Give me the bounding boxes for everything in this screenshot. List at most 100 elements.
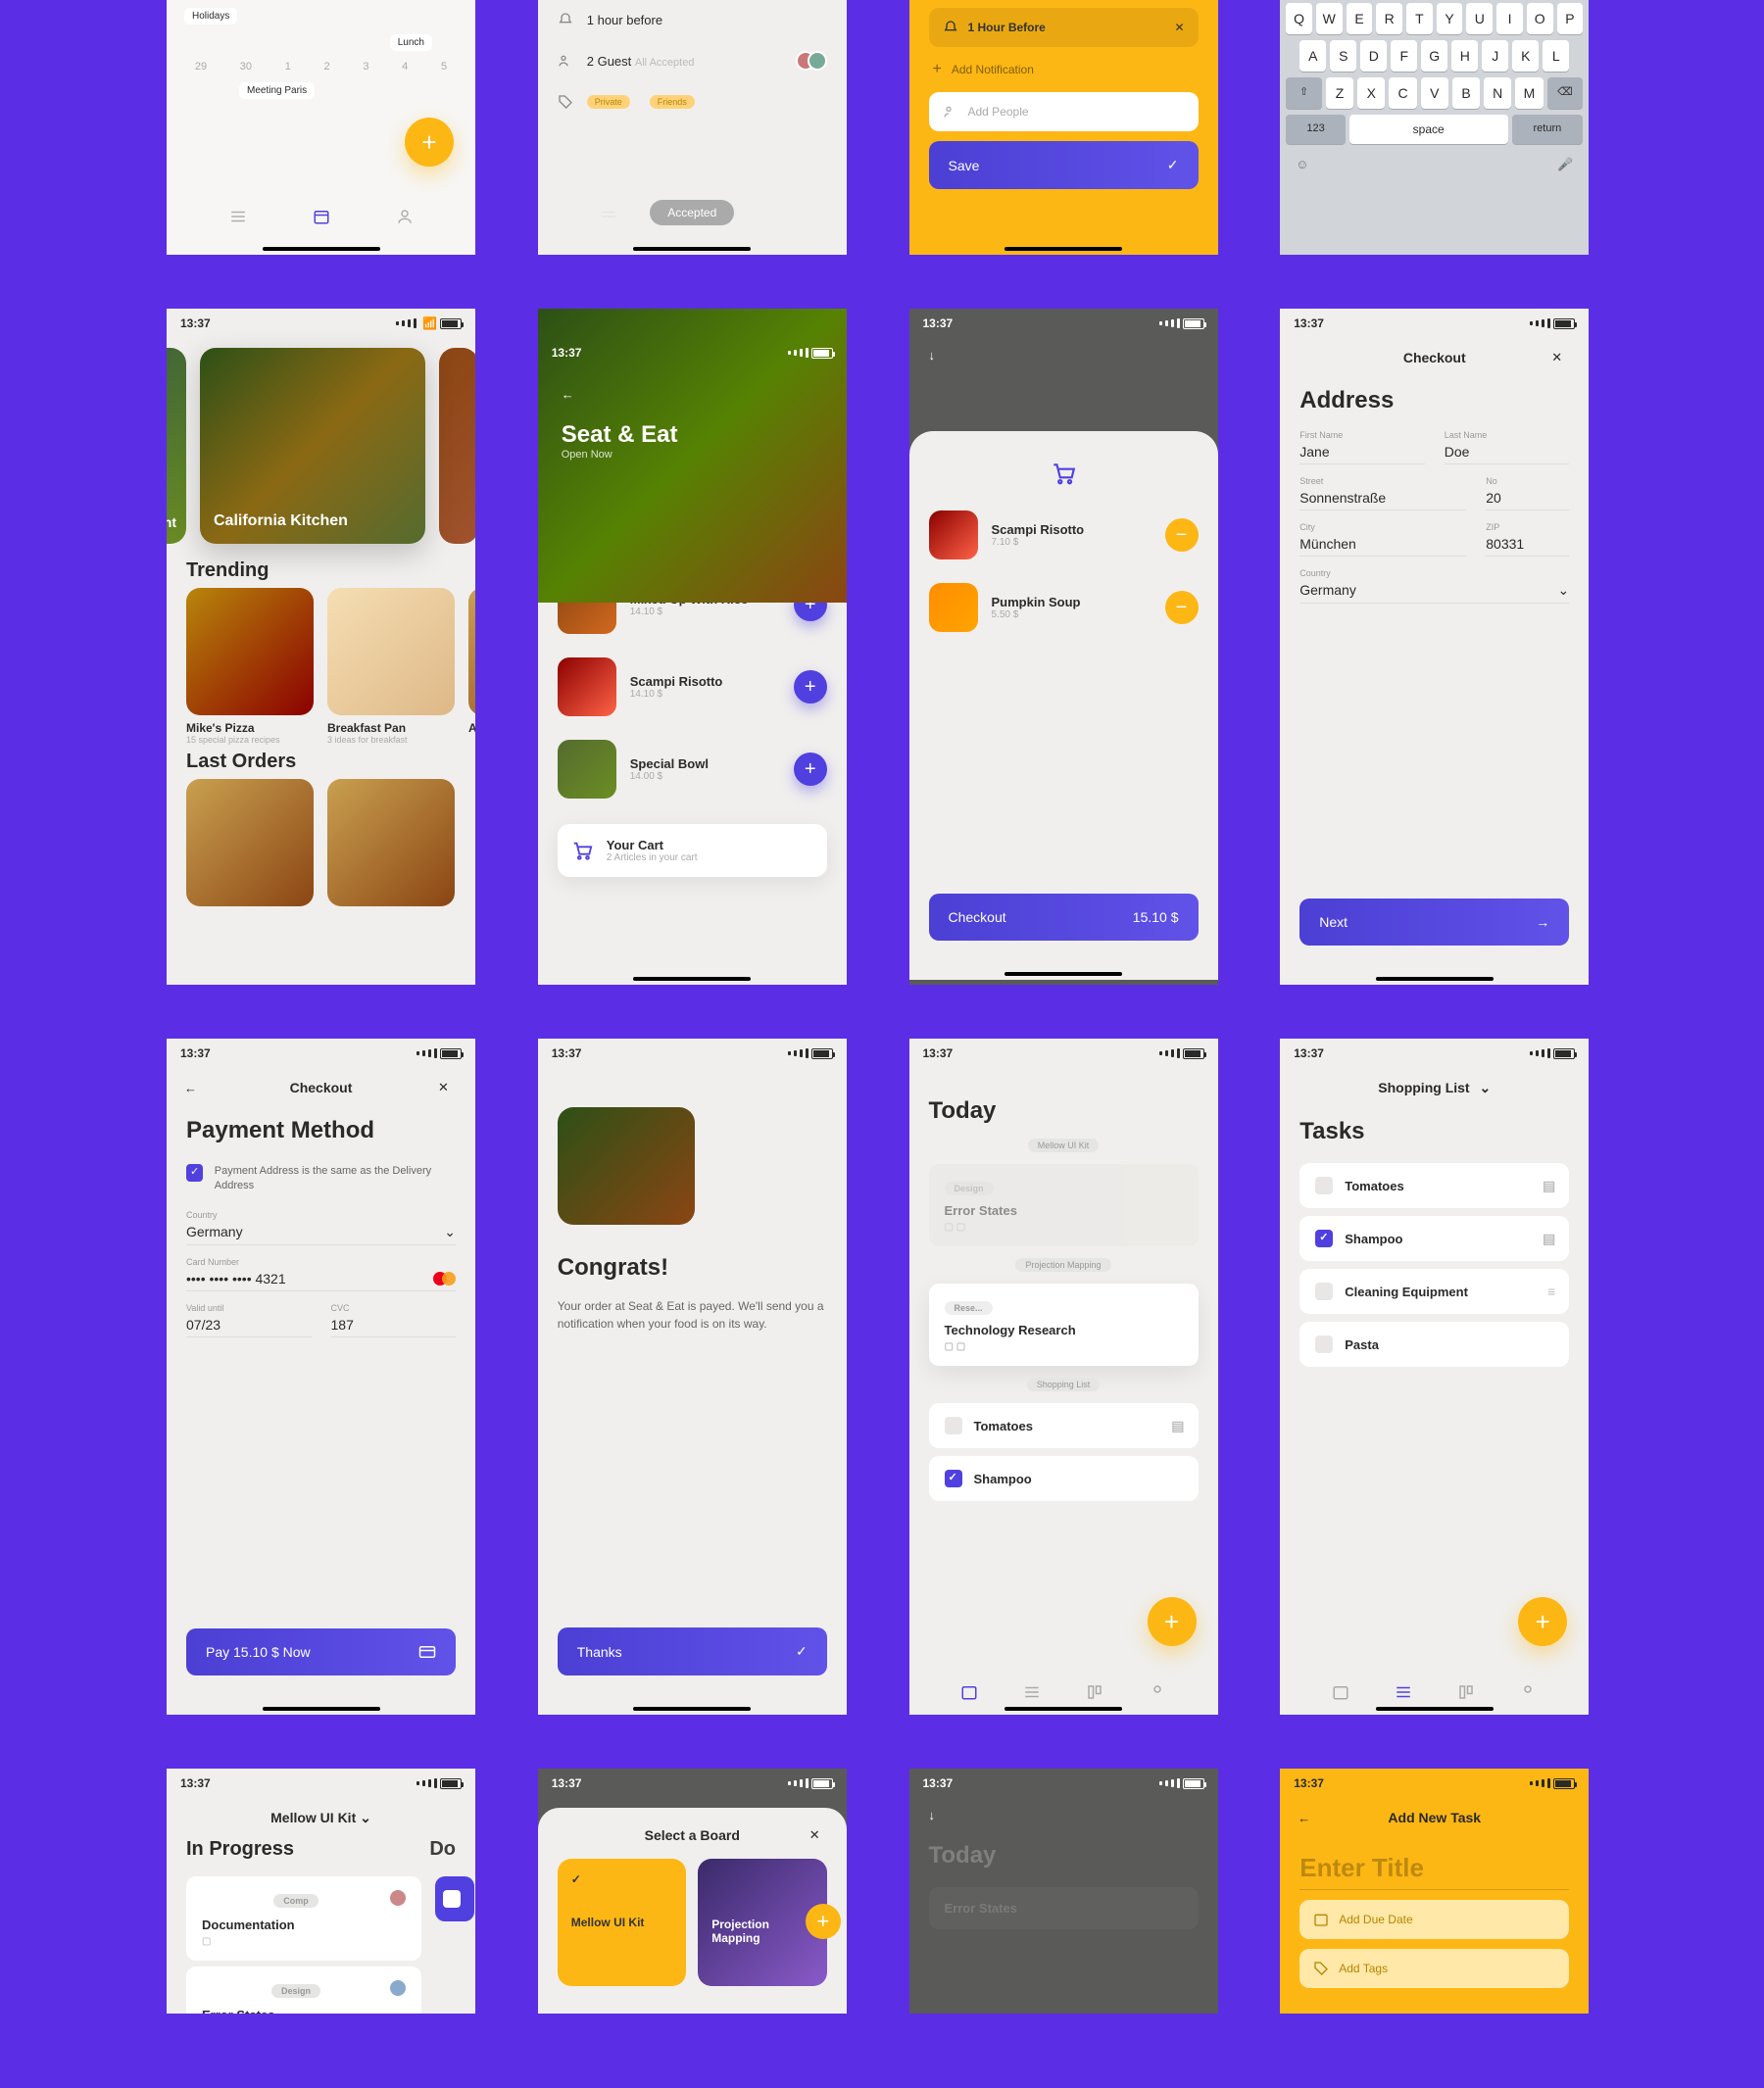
add-button[interactable]: + xyxy=(405,118,454,167)
trending-item[interactable]: Breakfast Pan3 ideas for breakfast xyxy=(327,588,455,745)
drag-icon[interactable]: ▤ xyxy=(1171,1418,1182,1434)
mic-icon[interactable]: 🎤 xyxy=(1557,157,1573,172)
reminder-chip[interactable]: 1 Hour Before✕ xyxy=(929,8,1199,47)
drag-icon[interactable]: ▤ xyxy=(1543,1231,1553,1247)
title-input[interactable]: Enter Title xyxy=(1299,1847,1569,1890)
user-icon[interactable] xyxy=(1519,1683,1537,1701)
add-notification[interactable]: +Add Notification xyxy=(909,55,1218,84)
country-select[interactable]: Germany⌄ xyxy=(186,1224,456,1245)
due-date-input[interactable]: Add Due Date xyxy=(1299,1900,1569,1939)
event-meeting[interactable]: Meeting Paris xyxy=(239,82,315,99)
restaurant-title: Seat & Eat xyxy=(562,402,823,449)
calendar-icon[interactable] xyxy=(313,208,330,225)
task-card[interactable]: Rese...Technology Research▢ ▢ xyxy=(929,1284,1199,1366)
shift-key[interactable]: ⇧ xyxy=(1286,77,1322,109)
task-item[interactable]: Shampoo xyxy=(929,1456,1199,1501)
checkout-button[interactable]: Checkout15.10 $ xyxy=(929,894,1199,941)
collapse-icon[interactable]: ↓ xyxy=(909,338,1218,372)
number-field[interactable]: 20 xyxy=(1486,490,1569,510)
add-people-input[interactable]: Add People xyxy=(929,92,1199,131)
task-item[interactable]: Tomatoes▤ xyxy=(1299,1163,1569,1208)
task-item[interactable]: Tomatoes▤ xyxy=(929,1403,1199,1448)
remove-icon[interactable]: − xyxy=(1165,591,1199,624)
key[interactable]: Q xyxy=(1286,3,1312,34)
board-icon[interactable] xyxy=(1086,1683,1103,1701)
drag-icon[interactable]: ≡ xyxy=(1547,1284,1553,1299)
task-item[interactable]: Shampoo▤ xyxy=(1299,1216,1569,1261)
reminder-row[interactable]: 1 hour before xyxy=(538,0,847,39)
board-icon[interactable] xyxy=(1457,1683,1475,1701)
menu-item[interactable]: Special Bowl14.00 $+ xyxy=(538,728,847,810)
home-indicator[interactable] xyxy=(263,247,380,251)
close-icon[interactable]: ✕ xyxy=(809,1827,829,1843)
hero-title: California Kitchen xyxy=(214,511,348,530)
emoji-icon[interactable]: ☺ xyxy=(1296,157,1308,172)
collapse-icon[interactable]: ↓ xyxy=(909,1798,1218,1832)
tags-input[interactable]: Add Tags xyxy=(1299,1949,1569,1988)
same-address-checkbox[interactable] xyxy=(186,1164,203,1182)
trending-item[interactable]: Mike's Pizza15 special pizza recipes xyxy=(186,588,314,745)
return-key[interactable]: return xyxy=(1512,115,1584,144)
user-icon[interactable] xyxy=(396,208,414,225)
list-icon[interactable] xyxy=(229,208,247,225)
back-icon[interactable]: ← xyxy=(184,1081,204,1095)
expiry-field[interactable]: 07/23 xyxy=(186,1317,312,1337)
zip-field[interactable]: 80331 xyxy=(1486,536,1569,557)
home-indicator[interactable] xyxy=(633,247,751,251)
cart-summary[interactable]: Your Cart2 Articles in your cart xyxy=(558,824,827,877)
task-item[interactable]: Pasta xyxy=(1299,1322,1569,1367)
drag-icon[interactable]: ▤ xyxy=(1543,1178,1553,1194)
firstname-field[interactable]: Jane xyxy=(1299,444,1425,464)
next-button[interactable]: Next→ xyxy=(1299,898,1569,946)
space-key[interactable]: space xyxy=(1349,115,1508,144)
board-card[interactable]: ✓Mellow UI Kit xyxy=(558,1859,687,1986)
home-indicator[interactable] xyxy=(263,1707,380,1711)
event-holidays[interactable]: Holidays xyxy=(184,8,237,24)
add-icon[interactable]: + xyxy=(794,753,827,786)
user-icon[interactable] xyxy=(1149,1683,1166,1701)
guests-row[interactable]: 2 Guest All Accepted xyxy=(538,39,847,82)
close-icon[interactable]: ✕ xyxy=(1174,21,1184,34)
add-board-button[interactable]: + xyxy=(806,1904,841,1939)
thanks-button[interactable]: Thanks✓ xyxy=(558,1627,827,1675)
pay-button[interactable]: Pay 15.10 $ Now xyxy=(186,1628,456,1675)
home-indicator[interactable] xyxy=(1004,972,1122,976)
trending-item[interactable]: As xyxy=(468,588,475,745)
task-item[interactable]: Cleaning Equipment≡ xyxy=(1299,1269,1569,1314)
home-indicator[interactable] xyxy=(633,977,751,981)
board-selector[interactable]: Mellow UI Kit ⌄ xyxy=(270,1810,371,1826)
list-icon[interactable] xyxy=(1395,1683,1412,1701)
tags-row[interactable]: PrivateFriends xyxy=(538,82,847,121)
kanban-card[interactable]: DesignError States xyxy=(186,1967,421,2014)
num-key[interactable]: 123 xyxy=(1286,115,1346,144)
list-icon[interactable] xyxy=(1023,1683,1041,1701)
add-button[interactable]: + xyxy=(1148,1597,1197,1646)
close-icon[interactable]: ✕ xyxy=(438,1080,458,1095)
menu-item[interactable]: Scampi Risotto14.10 $+ xyxy=(538,646,847,728)
save-button[interactable]: Save✓ xyxy=(929,141,1199,189)
close-icon[interactable]: ✕ xyxy=(1551,350,1571,365)
home-indicator[interactable] xyxy=(633,1707,751,1711)
back-icon[interactable]: ← xyxy=(562,387,823,402)
back-icon[interactable]: ← xyxy=(1298,1811,1317,1825)
cvc-field[interactable]: 187 xyxy=(331,1317,457,1337)
street-field[interactable]: Sonnenstraße xyxy=(1299,490,1466,510)
event-lunch[interactable]: Lunch xyxy=(390,34,432,51)
list-selector[interactable]: Shopping List ⌄ xyxy=(1378,1080,1491,1096)
task-card[interactable]: DesignError States▢ ▢ xyxy=(929,1164,1199,1246)
calendar-icon[interactable] xyxy=(1332,1683,1349,1701)
home-indicator[interactable] xyxy=(1376,1707,1494,1711)
home-indicator[interactable] xyxy=(1376,977,1494,981)
lastname-field[interactable]: Doe xyxy=(1445,444,1570,464)
add-button[interactable]: + xyxy=(1518,1597,1567,1646)
backspace-key[interactable]: ⌫ xyxy=(1547,77,1584,109)
home-indicator[interactable] xyxy=(1004,247,1122,251)
home-indicator[interactable] xyxy=(1004,1707,1122,1711)
calendar-icon[interactable] xyxy=(960,1683,978,1701)
card-field[interactable]: •••• •••• •••• 4321 xyxy=(186,1271,456,1291)
add-icon[interactable]: + xyxy=(794,670,827,704)
city-field[interactable]: München xyxy=(1299,536,1466,557)
kanban-card[interactable]: CompDocumentation▢ xyxy=(186,1876,421,1961)
remove-icon[interactable]: − xyxy=(1165,518,1199,552)
country-select[interactable]: Germany⌄ xyxy=(1299,582,1569,604)
